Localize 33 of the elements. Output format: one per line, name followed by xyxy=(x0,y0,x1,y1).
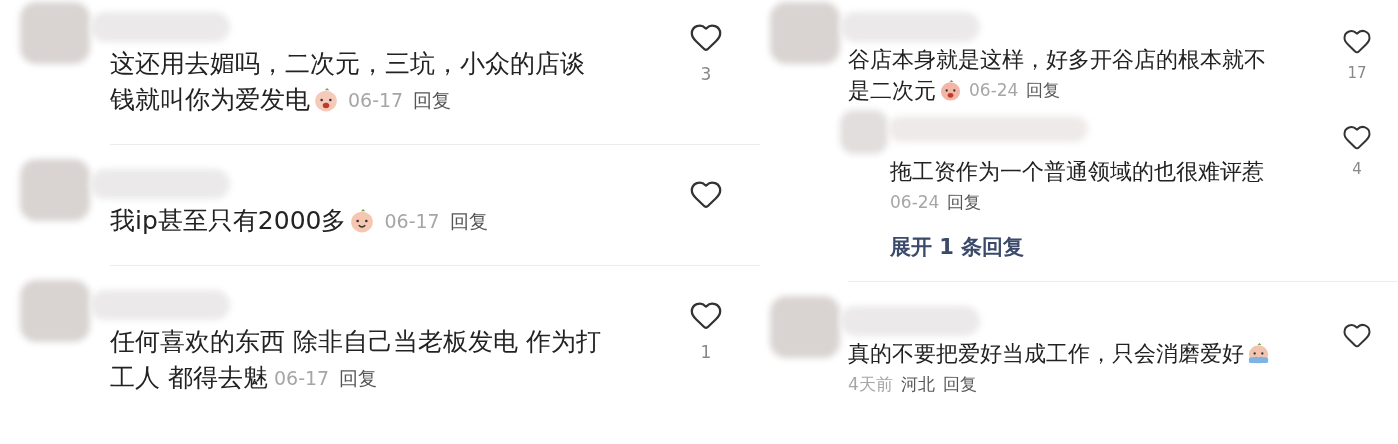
reply-link[interactable]: 回复 xyxy=(942,372,977,398)
reply-link[interactable]: 回复 xyxy=(413,85,452,115)
comment-date: 06-24 xyxy=(969,78,1019,102)
comment-text: 真的不要把爱好当成工作，只会消磨爱好 xyxy=(848,340,1244,368)
comment-text: 谷店本身就是这样，好多开谷店的根本就不 xyxy=(848,46,1266,74)
comment-text: 这还用去媚吗，二次元，三坑，小众的店谈 xyxy=(110,48,585,80)
blurred-avatar xyxy=(770,296,840,358)
blurred-avatar xyxy=(20,2,90,64)
comment-date: 06-17 xyxy=(384,208,440,234)
comment-text: 钱就叫你为爱发电 xyxy=(110,84,310,116)
reply-link[interactable]: 回复 xyxy=(1026,77,1061,104)
like-count: 17 xyxy=(1347,63,1367,84)
reply-link[interactable]: 回复 xyxy=(947,190,982,216)
reply-link[interactable]: 回复 xyxy=(339,363,378,393)
comment-date: 4天前 xyxy=(848,373,893,396)
blurred-avatar xyxy=(840,110,888,154)
blurred-avatar xyxy=(20,159,90,221)
like-count: 3 xyxy=(700,63,712,86)
comment-text: 是二次元 xyxy=(848,77,936,105)
comment-text: 我ip甚至只有2000多 xyxy=(110,205,347,237)
expand-replies-link[interactable]: 展开 1 条回复 xyxy=(890,231,1025,263)
comment-location: 河北 xyxy=(900,373,935,396)
reply-text: 拖工资作为一个普通领域的也很难评惹 xyxy=(890,158,1264,186)
blurred-avatar xyxy=(770,2,840,64)
comment-date: 06-24 xyxy=(890,191,940,214)
comment-date: 06-17 xyxy=(273,365,330,391)
comment-date: 06-17 xyxy=(348,87,404,113)
comment-text: 工人 都得去魅 xyxy=(110,362,268,394)
blurred-avatar xyxy=(20,280,90,342)
like-count: 1 xyxy=(700,341,712,364)
comment-text: 任何喜欢的东西 除非自己当老板发电 作为打 xyxy=(110,326,601,358)
like-count: 4 xyxy=(1352,159,1362,180)
reply-link[interactable]: 回复 xyxy=(449,206,488,236)
